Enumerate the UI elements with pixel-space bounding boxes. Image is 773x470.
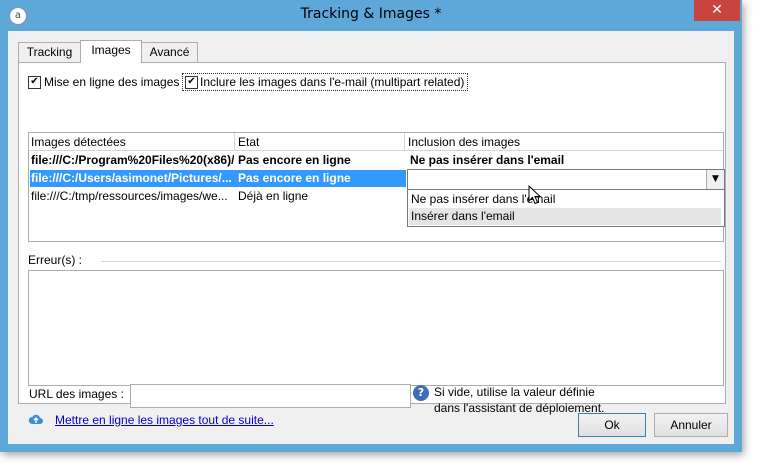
grid-cell-image[interactable]: file:///C:/tmp/ressources/images/we...	[31, 189, 234, 203]
include-images-label[interactable]: Inclure les images dans l'e-mail (multip…	[200, 75, 464, 89]
publish-images-checkbox[interactable]: ✔	[28, 76, 41, 89]
column-header-inclusion[interactable]: Inclusion des images	[408, 135, 520, 149]
images-grid[interactable]: Images détectées Etat Inclusion des imag…	[28, 132, 725, 242]
tab-images[interactable]: Images	[80, 40, 142, 63]
dropdown-option-ne-pas-inserer[interactable]: Ne pas insérer dans l'email	[409, 191, 721, 208]
inclusion-dropdown-list: Ne pas insérer dans l'email Insérer dans…	[407, 189, 725, 227]
dialog-window: a Tracking & Images * ✕ Tracking Images …	[0, 0, 742, 452]
errors-separator	[101, 261, 721, 262]
title-bar[interactable]: a Tracking & Images * ✕	[0, 0, 742, 31]
tab-avance[interactable]: Avancé	[141, 42, 198, 62]
inclusion-combobox[interactable]: ▼	[407, 169, 725, 190]
errors-label: Erreur(s) :	[28, 253, 82, 267]
publish-images-label[interactable]: Mise en ligne des images	[44, 75, 179, 89]
column-header-images[interactable]: Images détectées	[31, 135, 126, 149]
dialog-client-area: Tracking Images Avancé ✔ Mise en ligne d…	[8, 31, 734, 444]
help-icon: ?	[413, 385, 429, 401]
tab-tracking[interactable]: Tracking	[18, 42, 81, 62]
ok-button[interactable]: Ok	[578, 413, 646, 437]
cancel-button[interactable]: Annuler	[654, 413, 728, 437]
column-header-etat[interactable]: Etat	[238, 135, 259, 149]
include-images-checkbox[interactable]: ✔	[185, 76, 198, 89]
grid-cell-image[interactable]: file:///C:/Program%20Files%20(x86)/...	[31, 153, 234, 167]
close-button[interactable]: ✕	[694, 0, 740, 21]
column-separator[interactable]	[234, 133, 235, 150]
images-url-label: URL des images :	[29, 387, 124, 401]
grid-header: Images détectées Etat Inclusion des imag…	[29, 133, 723, 151]
mouse-cursor-icon	[528, 185, 542, 205]
window-title: Tracking & Images *	[300, 6, 442, 22]
grid-cell-state[interactable]: Pas encore en ligne	[238, 153, 403, 167]
cloud-upload-icon	[28, 414, 43, 424]
grid-cell-image[interactable]: file:///C:/Users/asimonet/Pictures/...	[31, 171, 234, 185]
upload-images-now-link[interactable]: Mettre en ligne les images tout de suite…	[55, 413, 274, 427]
chevron-down-icon[interactable]: ▼	[706, 170, 724, 189]
grid-cell-state[interactable]: Pas encore en ligne	[238, 171, 403, 185]
column-separator[interactable]	[404, 133, 405, 150]
images-tab-panel: ✔ Mise en ligne des images ✔ Inclure les…	[18, 62, 726, 427]
errors-box[interactable]	[28, 270, 724, 386]
grid-cell-state[interactable]: Déjà en ligne	[238, 189, 403, 203]
dropdown-option-inserer[interactable]: Insérer dans l'email	[409, 208, 721, 225]
images-url-input[interactable]	[130, 384, 411, 408]
grid-cell-inclusion[interactable]: Ne pas insérer dans l'email	[410, 153, 710, 167]
help-text-line1: Si vide, utilise la valeur définie	[434, 385, 595, 399]
